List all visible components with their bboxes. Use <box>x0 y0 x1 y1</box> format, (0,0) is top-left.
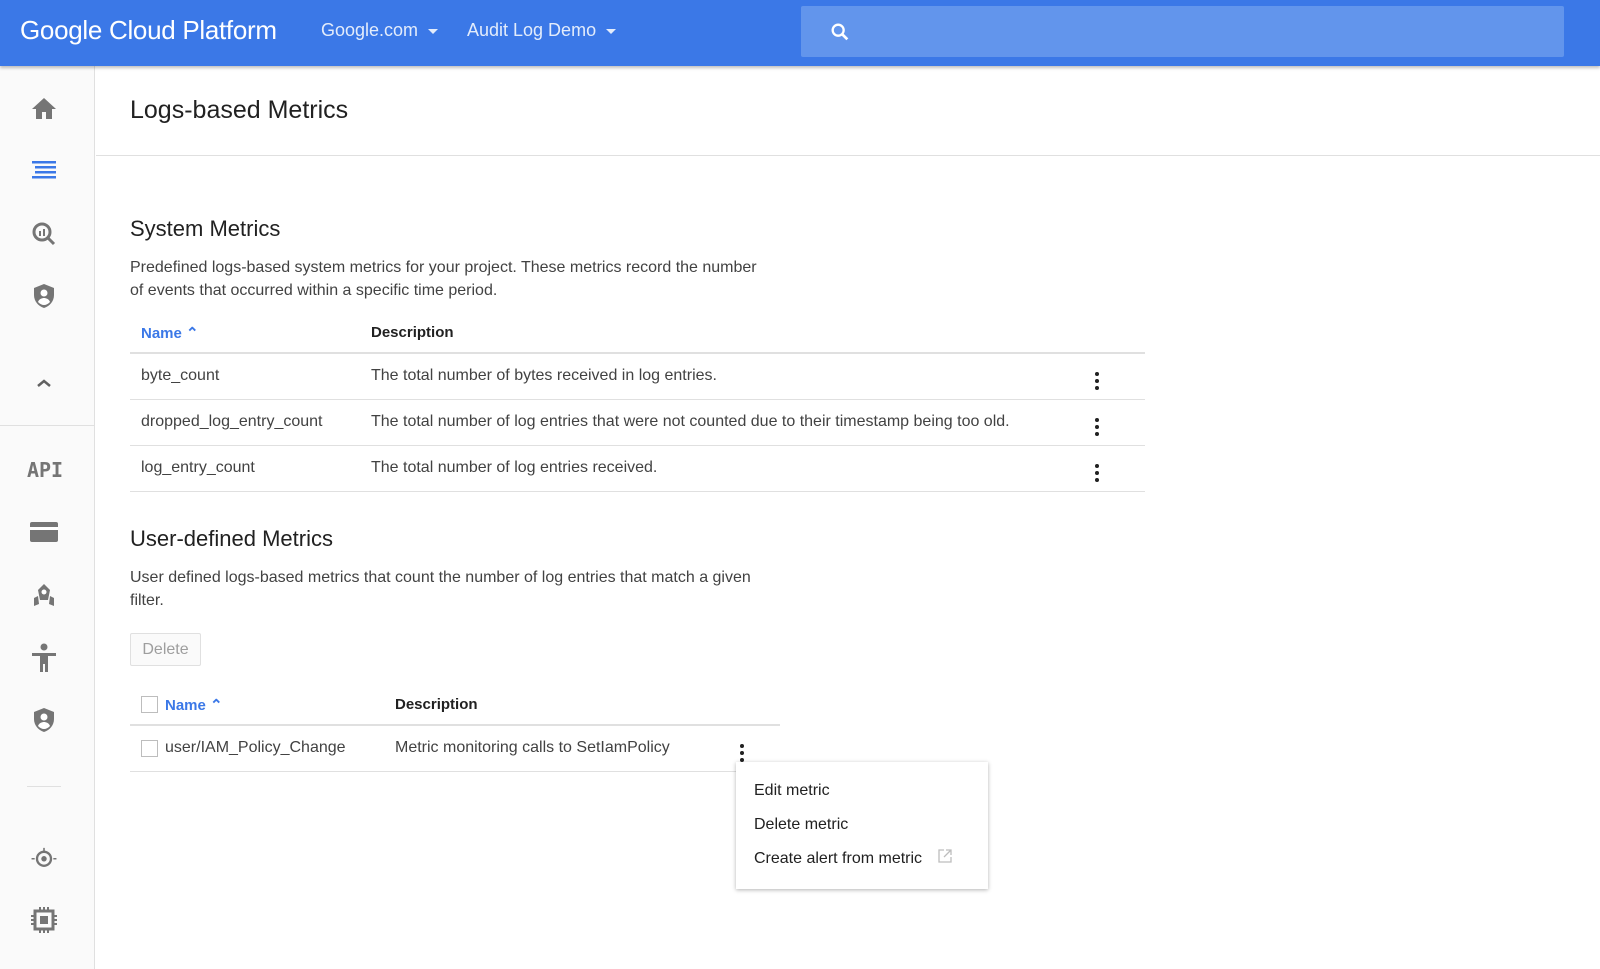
org-label: Google.com <box>321 20 419 40</box>
search-input[interactable] <box>801 6 1564 57</box>
menu-item-delete-metric[interactable]: Delete metric <box>736 808 988 842</box>
metric-description: The total number of log entries received… <box>371 445 1095 492</box>
metric-description: Metric monitoring calls to SetIamPolicy <box>395 725 740 772</box>
metric-name: user/IAM_Policy_Change <box>165 725 395 772</box>
project-selector[interactable]: Audit Log Demo <box>467 20 617 41</box>
caret-down-icon <box>606 28 617 34</box>
table-row: dropped_log_entry_count The total number … <box>130 399 1145 446</box>
chevron-up-icon[interactable] <box>30 369 58 397</box>
table-row: user/IAM_Policy_Change Metric monitoring … <box>130 725 780 772</box>
select-all-checkbox[interactable] <box>141 696 158 714</box>
monitoring-icon[interactable] <box>30 844 58 872</box>
row-checkbox[interactable] <box>141 739 158 757</box>
more-vert-icon[interactable] <box>1095 371 1099 390</box>
metric-name: log_entry_count <box>130 445 371 492</box>
sidebar: API <box>0 66 95 969</box>
billing-icon[interactable] <box>30 518 58 546</box>
home-icon[interactable] <box>30 94 58 122</box>
top-bar: Google Cloud Platform Google.com Audit L… <box>0 0 1600 66</box>
user-metrics-description: User defined logs-based metrics that cou… <box>130 569 751 609</box>
more-vert-icon[interactable] <box>740 743 744 762</box>
description-column-header: Description <box>395 685 740 726</box>
sort-asc-icon: ⌃ <box>210 696 223 714</box>
system-metrics-heading: System Metrics <box>130 216 281 241</box>
system-metrics-table: Name ⌃ Description byte_count The total nu… <box>130 313 1145 492</box>
description-column-header: Description <box>371 313 1095 354</box>
table-row: byte_count The total number of bytes rece… <box>130 353 1145 400</box>
metric-description: The total number of bytes received in lo… <box>371 353 1095 400</box>
menu-item-create-alert[interactable]: Create alert from metric <box>736 842 988 876</box>
more-vert-icon[interactable] <box>1095 417 1099 436</box>
menu-item-edit-metric[interactable]: Edit metric <box>736 774 988 808</box>
name-column-header[interactable]: Name ⌃ <box>165 685 395 726</box>
compute-icon[interactable] <box>30 906 58 934</box>
metric-context-menu: Edit metric Delete metric Create alert f… <box>736 762 988 889</box>
logo[interactable]: Google Cloud Platform <box>20 15 277 46</box>
api-icon[interactable]: API <box>27 456 63 484</box>
delete-button[interactable]: Delete <box>130 633 201 666</box>
system-metrics-description: Predefined logs-based system metrics for… <box>130 259 757 299</box>
more-vert-icon[interactable] <box>1095 463 1099 482</box>
project-label: Audit Log Demo <box>467 20 597 40</box>
log-analytics-icon[interactable] <box>30 220 58 248</box>
page-header: Logs-based Metrics <box>96 66 1600 156</box>
org-selector[interactable]: Google.com <box>321 20 439 41</box>
metric-description: The total number of log entries that wer… <box>371 399 1095 446</box>
page-title: Logs-based Metrics <box>130 96 349 124</box>
caret-down-icon <box>428 28 439 34</box>
divider <box>27 786 61 787</box>
metric-name: dropped_log_entry_count <box>130 399 371 446</box>
iam-icon[interactable] <box>30 643 58 672</box>
metric-name: byte_count <box>130 353 371 400</box>
name-column-header[interactable]: Name ⌃ <box>130 313 371 354</box>
divider <box>0 425 95 426</box>
search-icon <box>831 23 849 41</box>
open-in-new-icon <box>937 849 952 863</box>
logging-icon[interactable] <box>30 157 58 185</box>
deploy-icon[interactable] <box>30 582 58 610</box>
user-metrics-table: Name ⌃ Description user/IAM_Policy_Change… <box>130 685 780 772</box>
user-metrics-heading: User-defined Metrics <box>130 526 333 551</box>
table-row: log_entry_count The total number of log e… <box>130 445 1145 492</box>
security-icon-2[interactable] <box>30 706 58 734</box>
security-icon[interactable] <box>30 282 58 310</box>
sort-asc-icon: ⌃ <box>186 324 199 342</box>
menu-item-label: Create alert from metric <box>754 850 923 867</box>
